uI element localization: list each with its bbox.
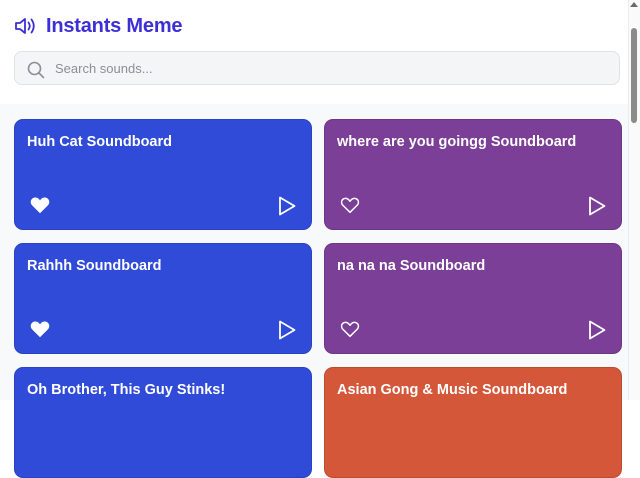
- play-icon[interactable]: [587, 195, 607, 217]
- play-icon[interactable]: [587, 319, 607, 341]
- card-title: Huh Cat Soundboard: [27, 134, 172, 150]
- card-title: Asian Gong & Music Soundboard: [337, 382, 568, 398]
- soundboard-card[interactable]: na na na Soundboard: [324, 243, 622, 354]
- search-icon: [27, 61, 45, 84]
- heart-filled-icon[interactable]: [29, 318, 51, 340]
- search-input[interactable]: [55, 52, 605, 84]
- card-title: where are you goingg Soundboard: [337, 134, 577, 150]
- scrollbar-thumb[interactable]: [631, 28, 637, 123]
- heart-outline-icon[interactable]: [339, 194, 361, 216]
- app-title: Instants Meme: [46, 14, 183, 37]
- soundboard-grid: Huh Cat Soundboard where are you goingg …: [0, 104, 628, 478]
- card-title: Rahhh Soundboard: [27, 258, 162, 274]
- soundboard-card[interactable]: Rahhh Soundboard: [14, 243, 312, 354]
- soundboard-card[interactable]: Asian Gong & Music Soundboard: [324, 367, 622, 478]
- card-title: Oh Brother, This Guy Stinks!: [27, 382, 226, 398]
- soundboard-card[interactable]: Huh Cat Soundboard: [14, 119, 312, 230]
- speaker-icon: [14, 16, 38, 36]
- heart-filled-icon[interactable]: [29, 194, 51, 216]
- soundboard-card[interactable]: where are you goingg Soundboard: [324, 119, 622, 230]
- search-box[interactable]: [14, 51, 620, 85]
- play-icon[interactable]: [277, 195, 297, 217]
- scroll-up-arrow[interactable]: [630, 2, 638, 7]
- play-icon[interactable]: [277, 319, 297, 341]
- card-title: na na na Soundboard: [337, 258, 486, 274]
- app-header: Instants Meme: [0, 0, 628, 105]
- soundboard-card[interactable]: Oh Brother, This Guy Stinks!: [14, 367, 312, 478]
- heart-outline-icon[interactable]: [339, 318, 361, 340]
- brand: Instants Meme: [14, 12, 183, 40]
